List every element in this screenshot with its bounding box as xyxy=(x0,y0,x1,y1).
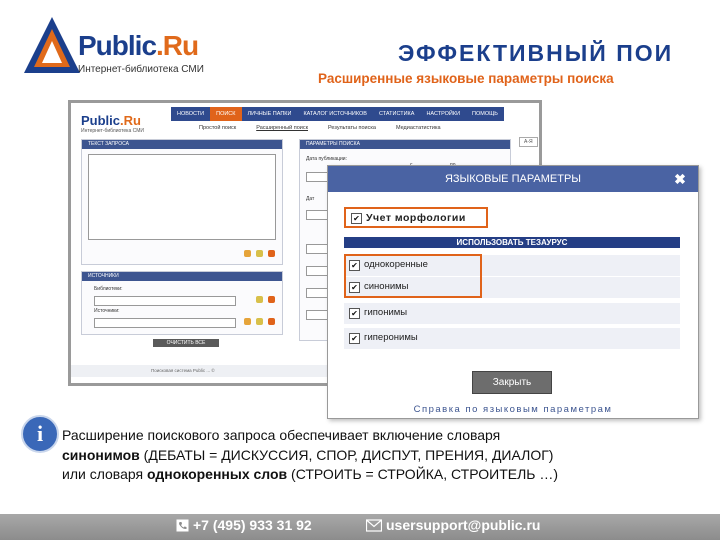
info-line-3-rest: (СТРОИТЬ = СТРОЙКА, СТРОИТЕЛЬ …) xyxy=(287,466,559,482)
sources-option-libraries[interactable]: Библиотеки: xyxy=(94,286,122,292)
checkbox-checked[interactable]: ✔ xyxy=(349,308,360,319)
option-row-hyponyms[interactable]: ✔ гипонимы xyxy=(344,303,680,324)
clear-icon[interactable] xyxy=(268,318,275,325)
info-line-2: (ДЕБАТЫ = ДИСКУССИЯ, СПОР, ДИСПУТ, ПРЕНИ… xyxy=(139,446,554,463)
param-field[interactable] xyxy=(306,266,328,276)
info-icon: i xyxy=(21,415,59,453)
search-icon[interactable] xyxy=(256,250,263,257)
screenshot-subnav: Простой поиск Расширенный поиск Результа… xyxy=(189,123,451,133)
subnav-item[interactable]: Результаты поиска xyxy=(318,123,386,133)
nav-item[interactable]: СТАТИСТИКА xyxy=(373,107,421,121)
screenshot-logo-tagline: Интернет-библиотека СМИ xyxy=(81,128,144,134)
query-panel-header: ТЕКСТ ЗАПРОСА xyxy=(82,140,282,149)
close-icon[interactable]: ✖ xyxy=(672,171,688,187)
help-link[interactable]: Справка по языковым параметрам xyxy=(328,404,698,415)
nav-item-active[interactable]: ПОИСК xyxy=(210,107,242,121)
email-address[interactable]: usersupport@public.ru xyxy=(386,517,540,533)
param-field[interactable] xyxy=(306,288,328,298)
nav-item[interactable]: КАТАЛОГ ИСТОЧНИКОВ xyxy=(297,107,373,121)
subnav-item[interactable]: Медиастатистика xyxy=(386,123,451,133)
subnav-item-active[interactable]: Расширенный поиск xyxy=(246,123,318,133)
clear-icon[interactable] xyxy=(268,250,275,257)
info-line-1: Расширение поискового запроса обеспечива… xyxy=(62,427,501,443)
info-cognates: однокоренных слов xyxy=(146,466,288,482)
footer-email[interactable]: usersupport@public.ru xyxy=(366,517,540,533)
footer-phone[interactable]: +7 (495) 933 31 92 xyxy=(176,517,312,533)
alphabet-toggle[interactable]: А-Я xyxy=(519,137,538,147)
param-field[interactable] xyxy=(306,244,328,254)
nav-item[interactable]: НАСТРОЙКИ xyxy=(420,107,466,121)
checkbox-checked[interactable]: ✔ xyxy=(349,333,360,344)
thesaurus-header: ИСПОЛЬЗОВАТЬ ТЕЗАУРУС xyxy=(344,237,680,248)
logo-tagline: Интернет-библиотека СМИ xyxy=(78,64,204,75)
date-select-2[interactable] xyxy=(306,210,328,220)
option-label: гипонимы xyxy=(364,307,408,318)
info-synonyms: синонимов xyxy=(62,446,140,463)
sources-field[interactable] xyxy=(94,318,236,328)
close-button[interactable]: Закрыть xyxy=(472,371,552,394)
info-paragraph: Расширение поискового запроса обеспечива… xyxy=(62,426,712,485)
sources-option-sources[interactable]: Источники: xyxy=(94,308,120,314)
phone-number[interactable]: +7 (495) 933 31 92 xyxy=(193,517,312,533)
date-label: Дат xyxy=(306,196,315,202)
folder-icon[interactable] xyxy=(244,250,251,257)
date-select[interactable] xyxy=(306,172,328,182)
logo-triangle-icon xyxy=(24,17,80,73)
params-panel-header: ПАРАМЕТРЫ ПОИСКА xyxy=(300,140,510,149)
subnav-item[interactable]: Простой поиск xyxy=(189,123,246,133)
nav-item[interactable]: ПОМОЩЬ xyxy=(466,107,504,121)
pub-date-label: Дата публикации: xyxy=(306,156,347,162)
footer-bar xyxy=(0,514,720,540)
query-panel: ТЕКСТ ЗАПРОСА xyxy=(81,139,283,265)
checkbox-checked[interactable]: ✔ xyxy=(351,213,362,224)
clear-all-button[interactable]: ОЧИСТИТЬ ВСЕ xyxy=(153,339,219,347)
option-label: гиперонимы xyxy=(364,332,418,343)
logo: Public.Ru xyxy=(78,30,199,61)
mail-icon xyxy=(366,519,382,532)
search-icon[interactable] xyxy=(256,318,263,325)
sources-panel: ИСТОЧНИКИ Библиотеки: Источники: xyxy=(81,271,283,335)
page-title: ЭФФЕКТИВНЫЙ ПОИ xyxy=(398,40,674,66)
option-row-hypernyms[interactable]: ✔ гиперонимы xyxy=(344,328,680,349)
sources-panel-header: ИСТОЧНИКИ xyxy=(82,272,282,281)
page-subtitle: Расширенные языковые параметры поиска xyxy=(318,71,614,86)
search-icon[interactable] xyxy=(256,296,263,303)
screenshot-logo: Public.Ru xyxy=(81,113,141,128)
query-textarea[interactable] xyxy=(88,154,276,240)
highlight-frame xyxy=(344,254,482,298)
language-params-dialog: ЯЗЫКОВЫЕ ПАРАМЕТРЫ ✖ ✔ Учет морфологии И… xyxy=(327,165,699,419)
screenshot-nav: НОВОСТИ ПОИСК ЛИЧНЫЕ ПАПКИ КАТАЛОГ ИСТОЧ… xyxy=(171,107,504,121)
morphology-option[interactable]: ✔ Учет морфологии xyxy=(344,207,488,228)
param-field[interactable] xyxy=(306,310,328,320)
nav-item[interactable]: ЛИЧНЫЕ ПАПКИ xyxy=(242,107,298,121)
info-line-3: или словаря xyxy=(62,466,147,482)
morphology-label: Учет морфологии xyxy=(366,212,466,224)
nav-item[interactable]: НОВОСТИ xyxy=(171,107,210,121)
up-icon[interactable] xyxy=(244,318,251,325)
libraries-field[interactable] xyxy=(94,296,236,306)
clear-icon[interactable] xyxy=(268,296,275,303)
phone-icon xyxy=(176,519,189,532)
dialog-title: ЯЗЫКОВЫЕ ПАРАМЕТРЫ xyxy=(328,166,698,192)
